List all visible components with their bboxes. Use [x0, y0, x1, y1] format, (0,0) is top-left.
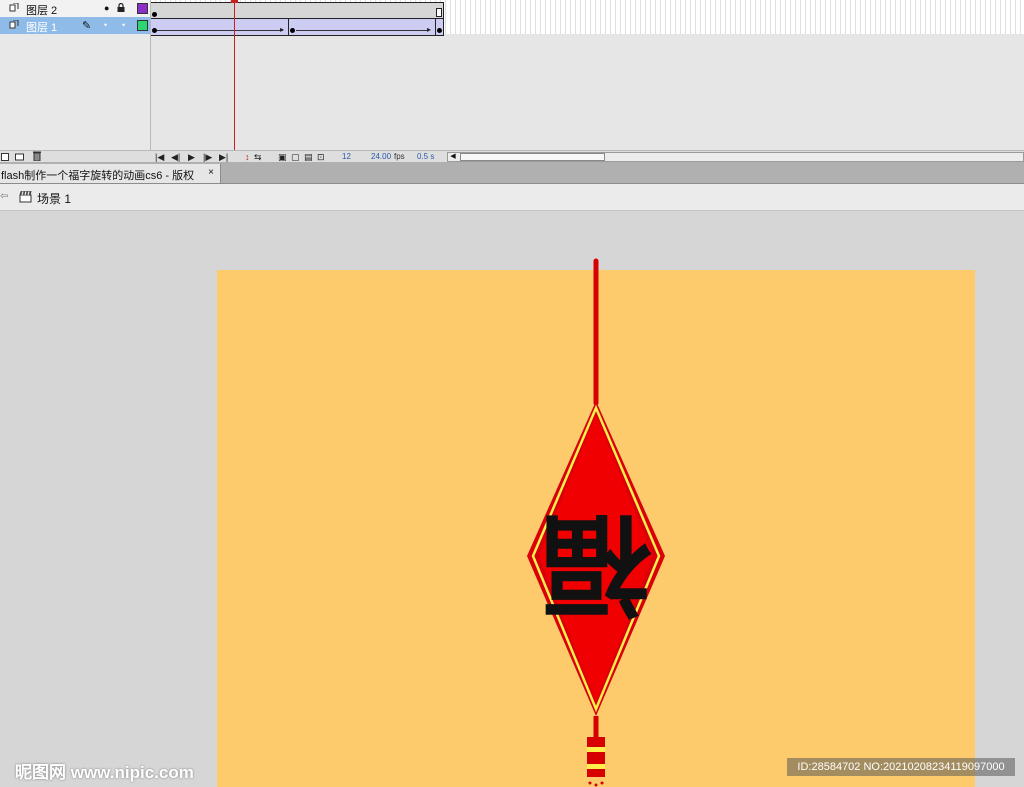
- frame-rate-unit: fps: [394, 152, 405, 161]
- document-tab-strip: flash制作一个福字旋转的动画cs6 - 版权 ×: [0, 162, 1024, 184]
- visibility-dot[interactable]: ●: [104, 3, 109, 13]
- layer-name: 图层 1: [26, 22, 58, 34]
- next-frame-icon[interactable]: |▶: [203, 152, 212, 162]
- back-arrow-icon[interactable]: ⇦: [0, 191, 8, 202]
- modify-onion-markers-icon[interactable]: ⊡: [317, 152, 325, 162]
- playhead[interactable]: [234, 0, 235, 150]
- tween-arrow-line: [296, 30, 429, 31]
- fu-character: 福: [541, 500, 652, 628]
- tween-arrow-line: [157, 30, 283, 31]
- keyframe[interactable]: [290, 28, 295, 33]
- stage-pasteboard[interactable]: 福: [0, 211, 1024, 787]
- lock-icon[interactable]: [117, 3, 125, 12]
- document-tab-title[interactable]: flash制作一个福字旋转的动画cs6 - 版权: [1, 167, 194, 183]
- edit-bar: ⇦ 场景 1: [0, 184, 1024, 211]
- tween-arrowhead: ▸: [280, 25, 285, 34]
- frame-span-layer-1[interactable]: ▸ ▸: [151, 18, 444, 36]
- tassel-knot: [587, 737, 605, 747]
- end-frame[interactable]: [436, 8, 442, 17]
- document-tab[interactable]: flash制作一个福字旋转的动画cs6 - 版权 ×: [0, 164, 221, 183]
- elapsed-time[interactable]: 0.5 s: [417, 152, 434, 162]
- scrollbar-thumb[interactable]: [460, 153, 605, 161]
- tassel-band: [587, 747, 605, 752]
- layer-name: 图层 2: [26, 5, 58, 17]
- timeline-panel: 图层 2 ● 图层 1 ✎ • • ▸ ▸ |◀ ◀| ▶ |▶ ▶| ↕ ⇆ …: [0, 0, 1024, 163]
- clapperboard-icon: [19, 191, 32, 203]
- tassel-dot: [594, 783, 598, 787]
- loop-icon[interactable]: ⇆: [254, 152, 262, 162]
- scroll-left-icon[interactable]: ◀: [448, 153, 458, 161]
- watermark-id: ID:28584702 NO:20210208234119097000: [787, 758, 1015, 776]
- play-icon[interactable]: ▶: [188, 152, 195, 162]
- pencil-icon: ✎: [82, 20, 92, 32]
- tassel-band: [587, 764, 605, 769]
- first-frame-icon[interactable]: |◀: [155, 152, 164, 162]
- keyframe[interactable]: [437, 28, 442, 33]
- layer-row-2[interactable]: 图层 2 ●: [0, 0, 150, 18]
- frame-rate[interactable]: 24.00: [371, 152, 391, 162]
- onion-outline-icon[interactable]: ▢: [291, 152, 300, 162]
- layer-icon: [9, 20, 19, 29]
- watermark-logo: 昵图网 www.nipic.com: [15, 763, 194, 782]
- onion-skin-icon[interactable]: ▣: [278, 152, 287, 162]
- layer-list: 图层 2 ● 图层 1 ✎ • •: [0, 0, 151, 150]
- edit-multiple-frames-icon[interactable]: ▤: [304, 152, 313, 162]
- layer-color-swatch[interactable]: [137, 20, 148, 31]
- lock-dot[interactable]: •: [122, 20, 125, 30]
- visibility-dot[interactable]: •: [104, 20, 107, 30]
- tween-arrowhead: ▸: [427, 25, 432, 34]
- new-folder-icon[interactable]: [15, 152, 24, 161]
- center-frame-icon[interactable]: ↕: [245, 152, 250, 162]
- delete-layer-icon[interactable]: [33, 151, 41, 161]
- timeline-scrollbar[interactable]: ◀: [447, 152, 1024, 162]
- last-frame-icon[interactable]: ▶|: [219, 152, 228, 162]
- tassel-body: [587, 769, 605, 777]
- layer-icon: [9, 3, 19, 12]
- layer-row-1[interactable]: 图层 1 ✎ • •: [0, 17, 150, 34]
- current-frame[interactable]: 12: [342, 152, 351, 162]
- frames-area[interactable]: ▸ ▸: [151, 0, 1024, 150]
- tassel-body: [587, 752, 605, 764]
- tassel-dot: [588, 781, 592, 785]
- tassel-dot: [600, 781, 604, 785]
- playhead-handle[interactable]: [231, 0, 238, 3]
- stage-canvas[interactable]: 福: [0, 211, 1024, 787]
- prev-frame-icon[interactable]: ◀|: [171, 152, 180, 162]
- scene-label[interactable]: 场景 1: [37, 190, 71, 207]
- layer-color-swatch[interactable]: [137, 3, 148, 14]
- keyframe[interactable]: [152, 12, 157, 17]
- close-icon[interactable]: ×: [208, 167, 214, 178]
- new-layer-icon[interactable]: [1, 152, 9, 161]
